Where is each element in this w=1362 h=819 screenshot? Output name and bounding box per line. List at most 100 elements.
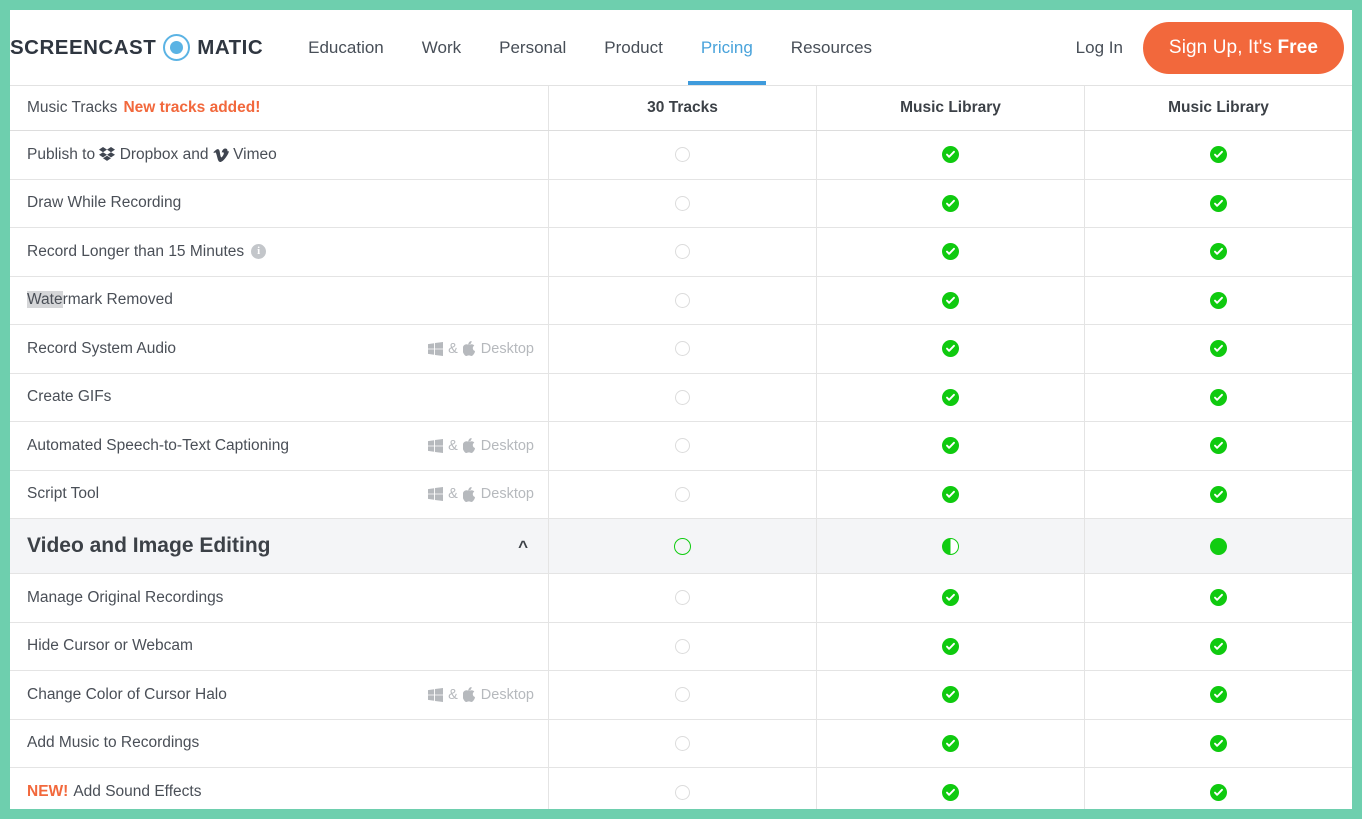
feature-cell-add-music-to-recordings: Add Music to Recordings xyxy=(10,719,549,767)
feature-label: NEW! Add Sound Effects xyxy=(27,783,202,801)
not-included-icon xyxy=(675,292,690,308)
feature-cell-draw-while-recording: Draw While Recording xyxy=(10,179,549,227)
platform-availability: & Desktop xyxy=(428,486,534,502)
feature-label: Script Tool xyxy=(27,485,100,503)
page-frame: SCREENCAST MATIC Education Work Personal… xyxy=(10,10,1352,809)
feature-cell-record-system-audio: Record System Audio & Desktop xyxy=(10,325,549,373)
feature-label: Add Music to Recordings xyxy=(27,734,200,752)
included-check-icon xyxy=(1210,388,1227,406)
feature-cell-record-longer-than-15-minutes: Record Longer than 15 Minutes i xyxy=(10,228,549,276)
nav-link-product[interactable]: Product xyxy=(585,10,682,85)
section-value-cell-3 xyxy=(1085,519,1352,573)
platform-ampersand: & xyxy=(448,340,458,357)
included-check-icon xyxy=(942,437,959,455)
feature-label: Publish to Dropbox and Vimeo xyxy=(27,145,277,163)
value-cell-record-system-audio-3 xyxy=(1085,325,1352,373)
windows-icon xyxy=(428,687,444,702)
table-row: Watermark Removed xyxy=(10,276,1352,325)
value-cell-publish-to-1 xyxy=(549,131,817,179)
feature-cell-publish-to: Publish to Dropbox and Vimeo xyxy=(10,131,549,179)
new-badge: NEW! xyxy=(27,783,69,801)
included-check-icon xyxy=(1210,243,1227,261)
windows-icon xyxy=(428,438,444,453)
table-row: Publish to Dropbox and Vimeo xyxy=(10,131,1352,180)
included-check-icon xyxy=(1210,194,1227,212)
value-cell-hide-cursor-or-webcam-1 xyxy=(549,622,817,670)
section-row-video-and-image-editing[interactable]: Video and Image Editing ^ xyxy=(10,519,1352,574)
feature-cell-change-color-of-cursor-halo: Change Color of Cursor Halo & Desktop xyxy=(10,671,549,719)
value-cell-script-tool-1 xyxy=(549,470,817,518)
nav-link-pricing[interactable]: Pricing xyxy=(682,10,772,85)
platform-ampersand: & xyxy=(448,437,458,454)
sign-up-button[interactable]: Sign Up, It's Free xyxy=(1142,21,1344,74)
feature-cell-manage-original-recordings: Manage Original Recordings xyxy=(10,574,549,622)
record-dot-icon xyxy=(163,34,191,61)
value-cell-change-color-of-cursor-halo-1 xyxy=(549,671,817,719)
value-cell-record-longer-than-15-minutes-1 xyxy=(549,228,817,276)
table-row: Automated Speech-to-Text Captioning & Desk… xyxy=(10,422,1352,471)
header-feature-label: Music Tracks xyxy=(27,99,118,116)
value-cell-add-sound-effects-1 xyxy=(549,768,817,809)
value-cell-add-music-to-recordings-1 xyxy=(549,719,817,767)
not-included-icon xyxy=(675,590,690,606)
platform-ampersand: & xyxy=(448,486,458,503)
value-cell-watermark-removed-3 xyxy=(1085,277,1352,325)
nav-link-resources[interactable]: Resources xyxy=(772,10,891,85)
feature-label: Record System Audio xyxy=(27,339,177,357)
table-body: Publish to Dropbox and Vimeo Draw While R… xyxy=(10,131,1352,809)
tier-indicator-empty-icon xyxy=(674,537,691,555)
nav-link-personal[interactable]: Personal xyxy=(480,10,585,85)
platform-availability: & Desktop xyxy=(428,341,534,357)
column-header-music-library-1: Music Library xyxy=(817,86,1085,130)
value-cell-script-tool-3 xyxy=(1085,471,1352,519)
table-row: Draw While Recording xyxy=(10,179,1352,228)
screencast-o-matic-logo[interactable]: SCREENCAST MATIC xyxy=(10,34,263,61)
value-cell-script-tool-2 xyxy=(817,470,1085,518)
not-included-icon xyxy=(675,341,690,357)
feature-label: Automated Speech-to-Text Captioning xyxy=(27,436,289,454)
nav-link-work[interactable]: Work xyxy=(403,10,480,85)
log-in-link[interactable]: Log In xyxy=(1056,38,1143,58)
value-cell-manage-original-recordings-3 xyxy=(1085,574,1352,622)
table-row: Script Tool & Desktop xyxy=(10,470,1352,519)
feature-label: Create GIFs xyxy=(27,388,112,406)
apple-icon xyxy=(462,687,476,703)
not-included-icon xyxy=(675,438,690,454)
apple-icon xyxy=(462,438,476,454)
section-value-cell-1 xyxy=(549,519,817,573)
info-icon[interactable]: i xyxy=(251,244,267,260)
table-header-row: Music Tracks New tracks added! 30 Tracks … xyxy=(10,86,1352,131)
nav-link-education[interactable]: Education xyxy=(289,10,403,85)
table-row: Change Color of Cursor Halo & Desktop xyxy=(10,671,1352,720)
logo-text-right: MATIC xyxy=(197,35,264,59)
value-cell-create-gifs-1 xyxy=(549,373,817,421)
section-value-cell-2 xyxy=(817,519,1085,573)
included-check-icon xyxy=(942,686,959,704)
dropbox-icon xyxy=(99,147,116,162)
value-cell-draw-while-recording-1 xyxy=(549,179,817,227)
platform-label: Desktop xyxy=(480,340,534,357)
platform-label: Desktop xyxy=(480,486,534,503)
included-check-icon xyxy=(1210,146,1227,164)
sign-up-label-bold: Free xyxy=(1277,36,1318,58)
table-row: Hide Cursor or Webcam xyxy=(10,622,1352,671)
feature-label: Hide Cursor or Webcam xyxy=(27,637,193,655)
included-check-icon xyxy=(942,194,959,212)
table-row: Add Music to Recordings xyxy=(10,719,1352,768)
not-included-icon xyxy=(675,147,690,163)
table-row: NEW! Add Sound Effects xyxy=(10,768,1352,809)
feature-label: Record Longer than 15 Minutes xyxy=(27,242,245,260)
feature-label: Change Color of Cursor Halo xyxy=(27,685,227,703)
apple-icon xyxy=(462,486,476,502)
value-cell-automated-speech-to-text-captioning-1 xyxy=(549,422,817,470)
platform-availability: & Desktop xyxy=(428,438,534,454)
included-check-icon xyxy=(1210,485,1227,503)
value-cell-publish-to-2 xyxy=(817,131,1085,179)
not-included-icon xyxy=(675,389,690,405)
included-check-icon xyxy=(942,146,959,164)
chevron-up-icon[interactable]: ^ xyxy=(518,538,528,555)
value-cell-draw-while-recording-2 xyxy=(817,179,1085,227)
not-included-icon xyxy=(675,486,690,502)
column-header-music-library-2: Music Library xyxy=(1168,99,1269,116)
not-included-icon xyxy=(675,687,690,703)
